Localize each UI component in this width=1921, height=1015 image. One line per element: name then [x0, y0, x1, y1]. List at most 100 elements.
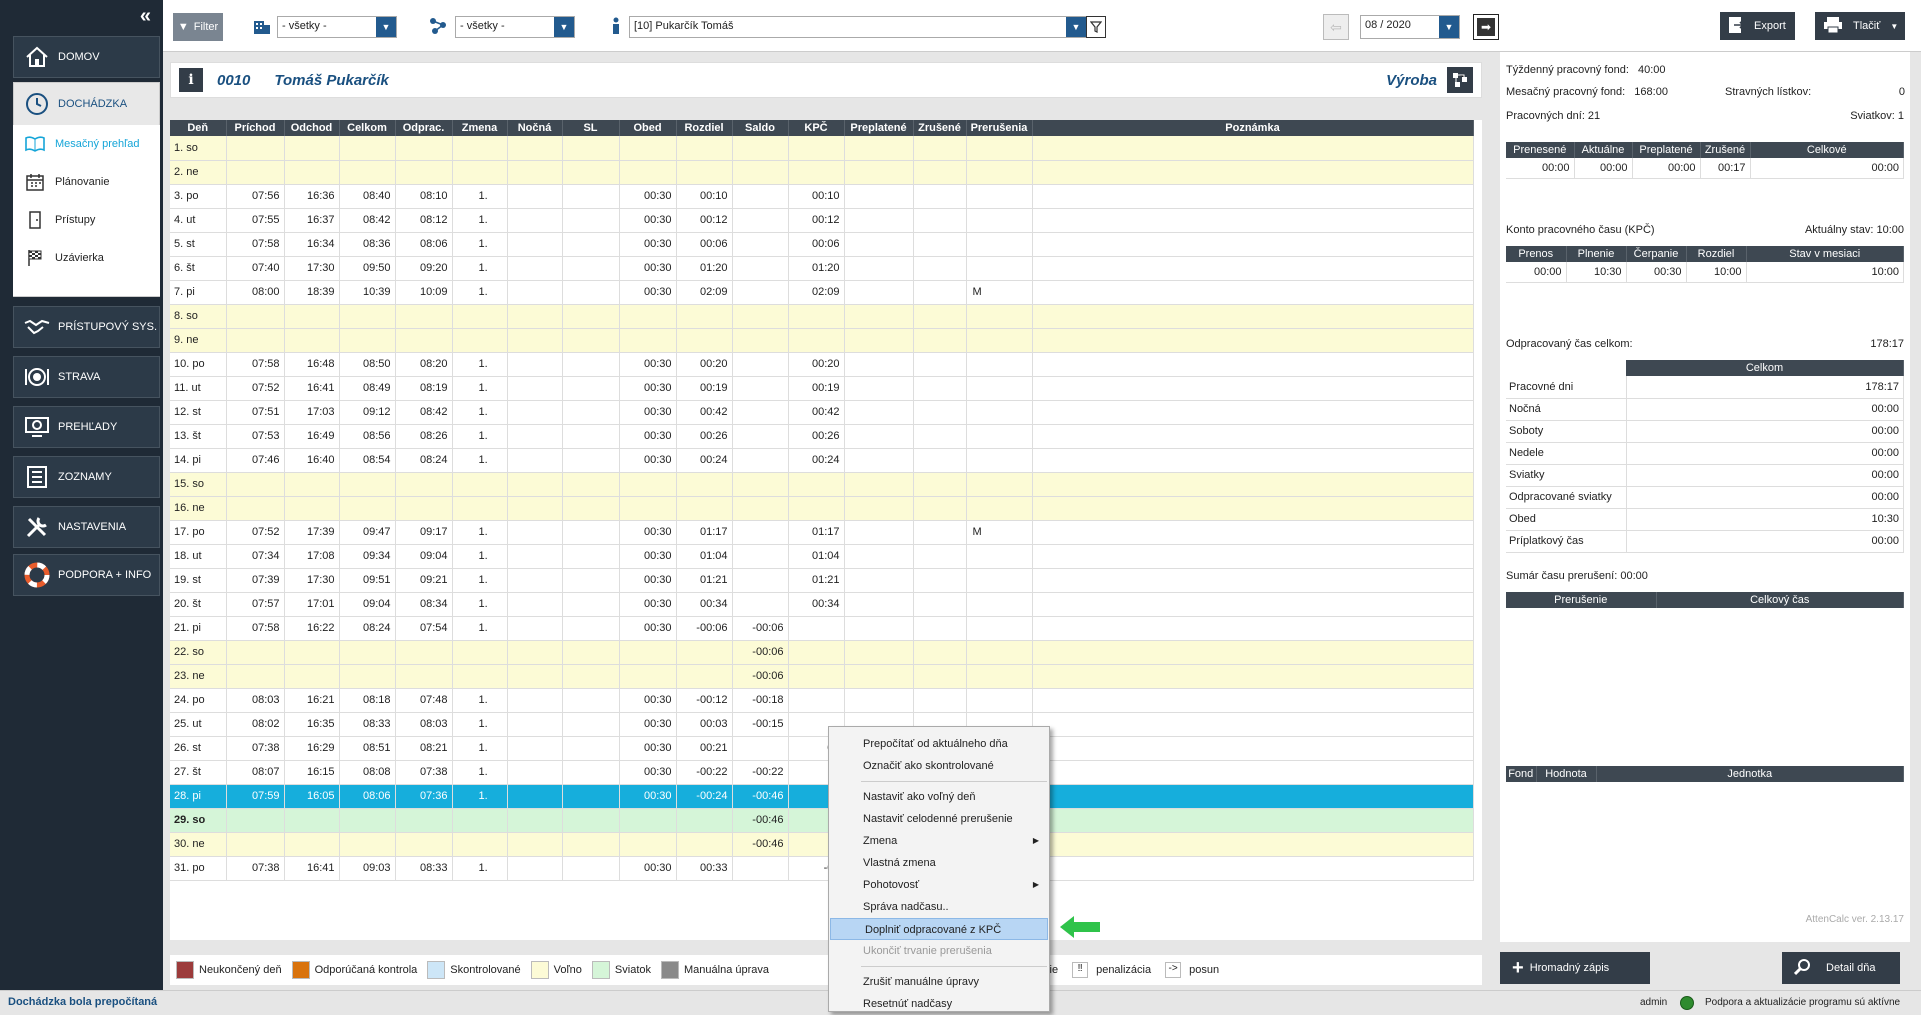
cell-nocna[interactable] — [507, 352, 563, 377]
cell-rozdiel[interactable] — [676, 664, 733, 689]
cell-den[interactable]: 19. st — [170, 568, 227, 593]
cell-poznamka[interactable] — [1032, 184, 1474, 209]
context-menu-item[interactable]: Pohotovosť ▶ — [829, 874, 1049, 896]
day-row[interactable]: 9. ne — [170, 328, 1474, 353]
cell-prichod[interactable] — [226, 160, 285, 185]
cell-zrusene[interactable] — [913, 280, 967, 305]
day-row[interactable]: 10. po 07:58 16:48 08:50 08:20 1. 00:30 00:20 00… — [170, 352, 1474, 377]
cell-celkom[interactable]: 09:47 — [339, 520, 396, 545]
column-header[interactable]: Preplatené — [844, 120, 914, 136]
cell-preplatene[interactable] — [844, 616, 914, 641]
cell-prerusenia[interactable] — [966, 352, 1033, 377]
cell-poznamka[interactable] — [1032, 616, 1474, 641]
column-header[interactable]: Zrušené — [913, 120, 967, 136]
cell-kpc[interactable]: 00:20 — [788, 352, 845, 377]
cell-nocna[interactable] — [507, 256, 563, 281]
cell-zmena[interactable]: 1. — [452, 688, 508, 713]
cell-preplatene[interactable] — [844, 472, 914, 497]
cell-sl[interactable] — [562, 520, 620, 545]
day-row[interactable]: 4. ut 07:55 16:37 08:42 08:12 1. 00:30 00:12 00:… — [170, 208, 1474, 233]
cell-obed[interactable] — [619, 160, 677, 185]
cell-kpc[interactable]: 00:34 — [788, 592, 845, 617]
cell-prichod[interactable]: 07:56 — [226, 184, 285, 209]
cell-zmena[interactable] — [452, 496, 508, 521]
day-row[interactable]: 27. št 08:07 16:15 08:08 07:38 1. 00:30 -00:22-… — [170, 760, 1474, 785]
cell-zrusene[interactable] — [913, 496, 967, 521]
cell-obed[interactable]: 00:30 — [619, 544, 677, 569]
cell-saldo[interactable]: -00:06 — [732, 640, 789, 665]
cell-sl[interactable] — [562, 280, 620, 305]
nav-prehlady[interactable]: PREHĽADY — [13, 406, 160, 448]
day-row[interactable]: 8. so — [170, 304, 1474, 329]
cell-prichod[interactable] — [226, 328, 285, 353]
column-header[interactable]: Odprac. — [395, 120, 453, 136]
cell-nocna[interactable] — [507, 664, 563, 689]
cell-prichod[interactable]: 08:02 — [226, 712, 285, 737]
cell-sl[interactable] — [562, 760, 620, 785]
cell-zmena[interactable]: 1. — [452, 184, 508, 209]
cell-zrusene[interactable] — [913, 256, 967, 281]
cell-obed[interactable]: 00:30 — [619, 184, 677, 209]
cell-rozdiel[interactable]: 00:10 — [676, 184, 733, 209]
cell-den[interactable]: 13. št — [170, 424, 227, 449]
cell-kpc[interactable] — [788, 664, 845, 689]
cell-zrusene[interactable] — [913, 544, 967, 569]
cell-prerusenia[interactable] — [966, 664, 1033, 689]
cell-odchod[interactable]: 16:37 — [284, 208, 340, 233]
cell-prerusenia[interactable] — [966, 568, 1033, 593]
cell-odchod[interactable] — [284, 808, 340, 833]
cell-odchod[interactable]: 16:05 — [284, 784, 340, 809]
cell-zrusene[interactable] — [913, 616, 967, 641]
cell-odchod[interactable]: 16:34 — [284, 232, 340, 257]
cell-sl[interactable] — [562, 832, 620, 857]
cell-obed[interactable]: 00:30 — [619, 736, 677, 761]
day-row[interactable]: 29. so -00:46 — [170, 808, 1474, 833]
cell-kpc[interactable] — [788, 160, 845, 185]
cell-celkom[interactable] — [339, 160, 396, 185]
cell-celkom[interactable]: 09:34 — [339, 544, 396, 569]
cell-kpc[interactable]: 00:12 — [788, 208, 845, 233]
cell-odprac[interactable]: 08:34 — [395, 592, 453, 617]
cell-prichod[interactable]: 07:55 — [226, 208, 285, 233]
cell-preplatene[interactable] — [844, 376, 914, 401]
cell-odchod[interactable]: 16:15 — [284, 760, 340, 785]
cell-den[interactable]: 15. so — [170, 472, 227, 497]
cell-saldo[interactable] — [732, 568, 789, 593]
cell-zmena[interactable] — [452, 664, 508, 689]
context-menu-item[interactable]: Správa nadčasu.. — [829, 896, 1049, 918]
cell-den[interactable]: 5. st — [170, 232, 227, 257]
cell-poznamka[interactable] — [1032, 520, 1474, 545]
cell-prichod[interactable]: 07:51 — [226, 400, 285, 425]
cell-sl[interactable] — [562, 184, 620, 209]
cell-odprac[interactable] — [395, 496, 453, 521]
cell-celkom[interactable]: 08:56 — [339, 424, 396, 449]
cell-den[interactable]: 18. ut — [170, 544, 227, 569]
cell-preplatene[interactable] — [844, 592, 914, 617]
cell-zrusene[interactable] — [913, 400, 967, 425]
cell-sl[interactable] — [562, 256, 620, 281]
cell-odprac[interactable]: 08:19 — [395, 376, 453, 401]
cell-zmena[interactable]: 1. — [452, 712, 508, 737]
context-menu-item[interactable]: Zrušiť manuálne úpravy — [829, 971, 1049, 993]
cell-obed[interactable] — [619, 472, 677, 497]
cell-kpc[interactable]: 01:17 — [788, 520, 845, 545]
cell-celkom[interactable]: 09:50 — [339, 256, 396, 281]
cell-den[interactable]: 24. po — [170, 688, 227, 713]
cell-odchod[interactable] — [284, 640, 340, 665]
column-header[interactable]: SL — [562, 120, 620, 136]
next-month-button[interactable]: ➡ — [1473, 14, 1499, 40]
cell-den[interactable]: 25. ut — [170, 712, 227, 737]
cell-saldo[interactable] — [732, 496, 789, 521]
cell-poznamka[interactable] — [1032, 736, 1474, 761]
cell-prichod[interactable]: 07:58 — [226, 232, 285, 257]
cell-prichod[interactable]: 07:39 — [226, 568, 285, 593]
prev-month-button[interactable]: ⇦ — [1323, 14, 1349, 40]
cell-den[interactable]: 8. so — [170, 304, 227, 329]
cell-odchod[interactable]: 16:22 — [284, 616, 340, 641]
cell-prerusenia[interactable] — [966, 256, 1033, 281]
cell-obed[interactable]: 00:30 — [619, 352, 677, 377]
context-menu-item[interactable]: Resetnúť nadčasy — [829, 993, 1049, 1015]
day-row[interactable]: 19. st 07:39 17:30 09:51 09:21 1. 00:30 01:21 01… — [170, 568, 1474, 593]
cell-celkom[interactable]: 08:40 — [339, 184, 396, 209]
cell-nocna[interactable] — [507, 208, 563, 233]
